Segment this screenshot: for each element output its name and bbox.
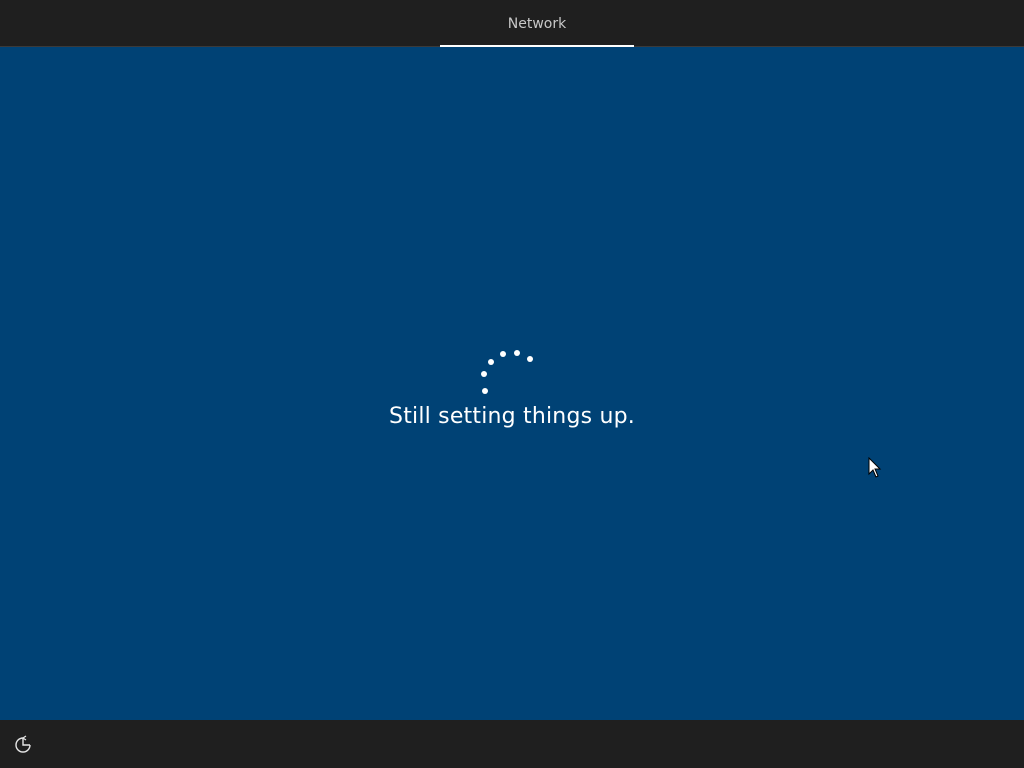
top-bar: Network [0,0,1024,47]
tab-network-label: Network [507,16,567,32]
tab-network[interactable]: Network [440,0,634,47]
mouse-pointer-icon [868,457,882,478]
setup-main-area: Still setting things up. [0,47,1024,720]
loading-spinner-icon [481,350,533,394]
status-message: Still setting things up. [389,404,635,429]
bottom-bar [0,720,1024,768]
ease-of-access-icon[interactable] [12,734,34,756]
